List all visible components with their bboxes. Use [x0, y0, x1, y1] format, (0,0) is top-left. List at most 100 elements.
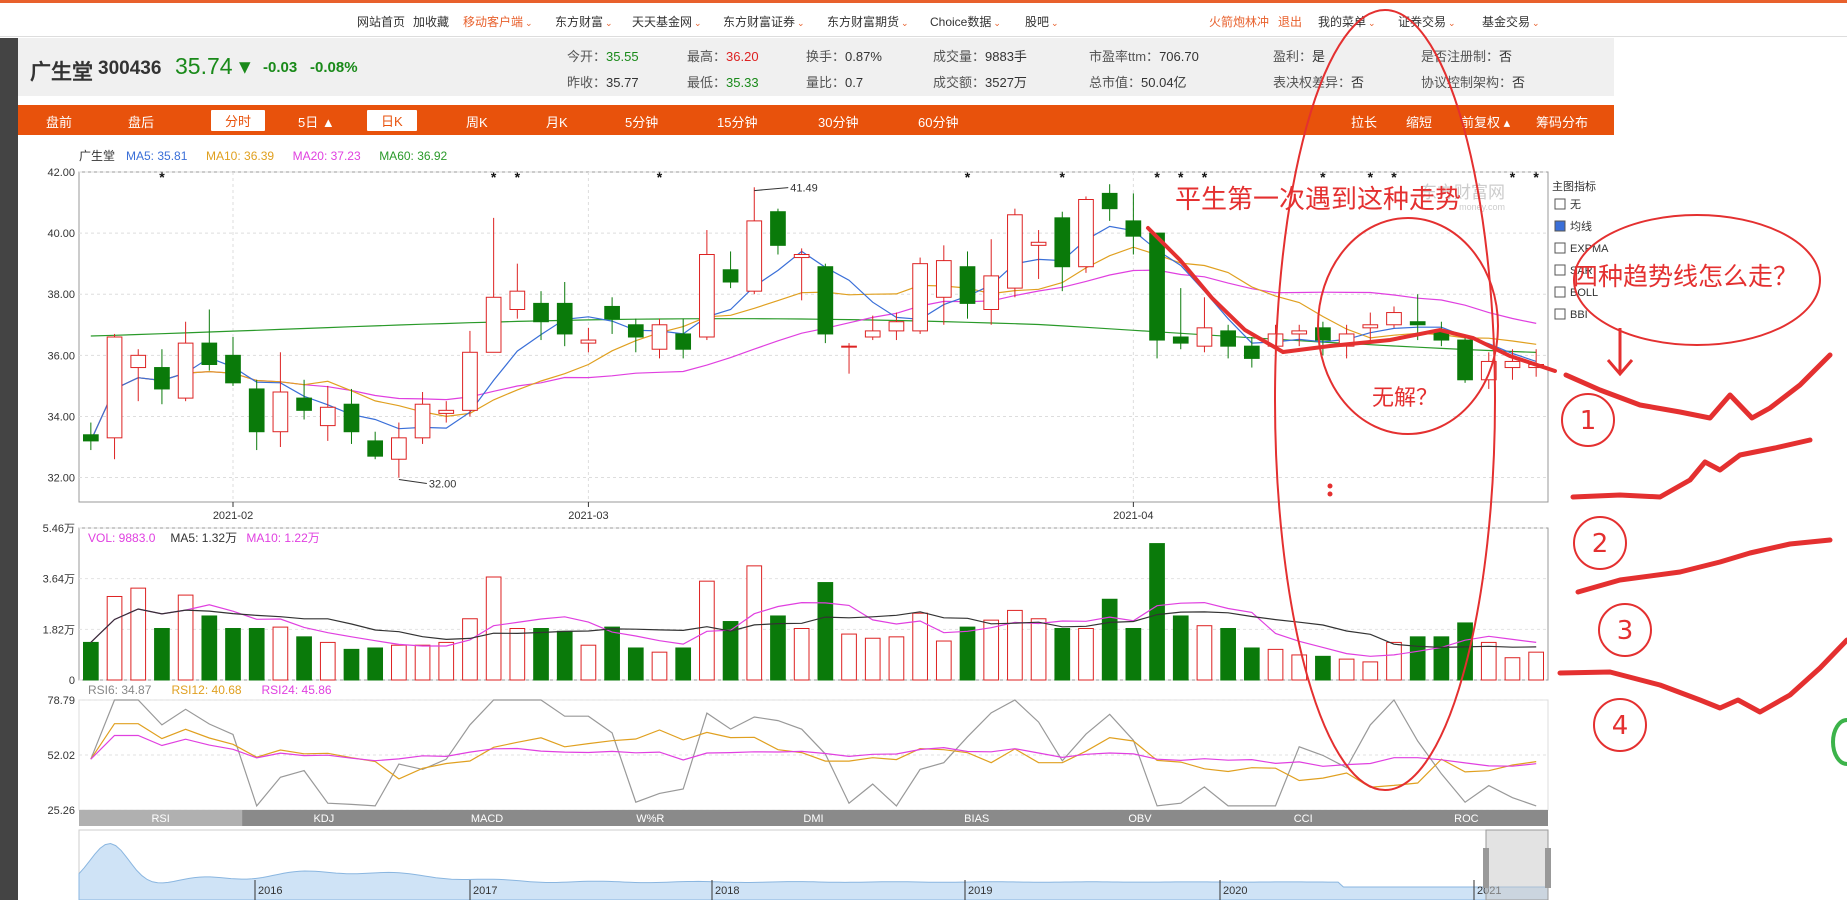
candle-body	[391, 437, 407, 460]
event-marker: *	[159, 169, 165, 185]
candle-body	[935, 260, 952, 298]
event-marker: *	[1060, 169, 1066, 185]
legend-rsi-1: RSI12: 40.68	[172, 683, 242, 697]
rsi-tick-label: 52.02	[47, 750, 75, 762]
candle-body	[770, 211, 786, 246]
volume-bar	[462, 618, 478, 681]
legend-ma-3: MA60: 36.92	[379, 149, 447, 163]
candle-body	[675, 333, 692, 350]
indicator-checkbox	[1554, 308, 1566, 320]
annotation-trend-sketch-2	[1570, 437, 1813, 500]
volume-bar	[1528, 651, 1544, 681]
candle-body	[485, 296, 502, 353]
indicator-tab-roc[interactable]: ROC	[1454, 813, 1479, 825]
overview-range-selector	[1485, 829, 1549, 900]
volume-bar	[1243, 647, 1260, 681]
candle-body	[1362, 324, 1379, 329]
candle-body	[367, 440, 384, 457]
volume-bar	[414, 644, 431, 681]
volume-bar	[1054, 627, 1071, 681]
high-label: 41.49	[790, 183, 818, 195]
indicator-tab-cci[interactable]: CCI	[1294, 813, 1313, 825]
volume-bar	[1315, 655, 1331, 681]
volume-bar	[1386, 641, 1402, 681]
event-marker: *	[1368, 169, 1374, 185]
indicator-option-label: 无	[1570, 199, 1581, 211]
volume-bar	[888, 636, 905, 681]
indicator-tab-macd[interactable]: MACD	[471, 813, 503, 825]
indicator-tab-dmi[interactable]: DMI	[803, 813, 823, 825]
candle-body	[106, 336, 123, 439]
volume-bar	[1409, 636, 1426, 681]
candle-body	[817, 266, 834, 335]
indicator-checkbox	[1554, 286, 1566, 298]
candle-body	[959, 266, 976, 304]
candle-body	[272, 391, 289, 433]
indicator-checkbox	[1554, 220, 1566, 232]
volume-bar	[1149, 543, 1165, 681]
candle-body	[983, 275, 1000, 310]
event-marker: *	[1178, 169, 1184, 185]
indicator-tab-w%r[interactable]: W%R	[636, 813, 664, 825]
volume-bar	[1125, 627, 1142, 681]
volume-bar	[675, 647, 692, 681]
overview-handle-right	[1545, 848, 1551, 888]
candle-body	[912, 263, 928, 332]
volume-bar	[1196, 625, 1213, 681]
rsi-tick-label: 78.79	[47, 695, 75, 707]
candle-body	[1172, 336, 1189, 344]
annotation-trend-sketch-4	[1557, 637, 1847, 715]
candle-body	[888, 321, 905, 332]
indicator-tab-kdj[interactable]: KDJ	[313, 813, 334, 825]
date-tick-label: 2021-04	[1113, 510, 1153, 522]
volume-bar	[1504, 657, 1521, 681]
annotation-dot	[1327, 483, 1333, 489]
price-tick-label: 32.00	[47, 473, 75, 485]
price-tick-label: 34.00	[47, 411, 75, 423]
volume-bar	[983, 619, 1000, 681]
candle-body	[509, 290, 526, 310]
indicator-option-label: BBI	[1570, 309, 1588, 321]
candle-body	[201, 342, 218, 366]
candle-body	[414, 403, 431, 439]
volume-bar	[864, 637, 881, 681]
candle-body	[462, 351, 478, 411]
annotation-text-top: 平生第一次遇到这种走势	[1175, 185, 1461, 215]
volume-tick-label: 1.82万	[43, 624, 75, 636]
volume-bar	[177, 594, 194, 681]
candle-body	[580, 339, 597, 344]
annotation-number: 2	[1592, 529, 1609, 559]
volume-bar	[83, 641, 99, 681]
indicator-tab-bias[interactable]: BIAS	[964, 813, 989, 825]
side-panel-title: 主图指标	[1552, 179, 1596, 193]
volume-bar	[319, 641, 336, 681]
volume-bar	[225, 627, 241, 681]
indicator-tab-rsi[interactable]: RSI	[151, 813, 169, 825]
candle-body	[130, 354, 147, 369]
low-label: 32.00	[429, 479, 457, 491]
candle-body	[1007, 214, 1023, 289]
indicator-tab-obv[interactable]: OBV	[1128, 813, 1152, 825]
volume-bar	[935, 640, 952, 681]
candle-body	[1243, 345, 1260, 359]
date-tick-label: 2021-02	[213, 510, 253, 522]
volume-bar	[604, 626, 620, 681]
annotation-trend-sketch-1	[1563, 352, 1833, 421]
candle-body	[604, 305, 620, 320]
candle-body	[651, 324, 668, 350]
candle-body	[1125, 220, 1142, 237]
candle-body	[438, 409, 455, 414]
volume-bar	[1338, 658, 1355, 681]
volume-bar	[391, 644, 407, 681]
volume-bar	[793, 627, 810, 681]
candle-body	[1149, 232, 1165, 341]
volume-bar	[201, 615, 218, 681]
candle-body	[1291, 330, 1308, 335]
candle-body	[1386, 312, 1402, 326]
candle-body	[1030, 241, 1047, 246]
candle-body	[177, 342, 194, 399]
volume-bar	[343, 648, 360, 681]
annotation-number: 4	[1612, 711, 1629, 741]
volume-bar	[1007, 609, 1023, 681]
volume-bar	[841, 633, 857, 681]
